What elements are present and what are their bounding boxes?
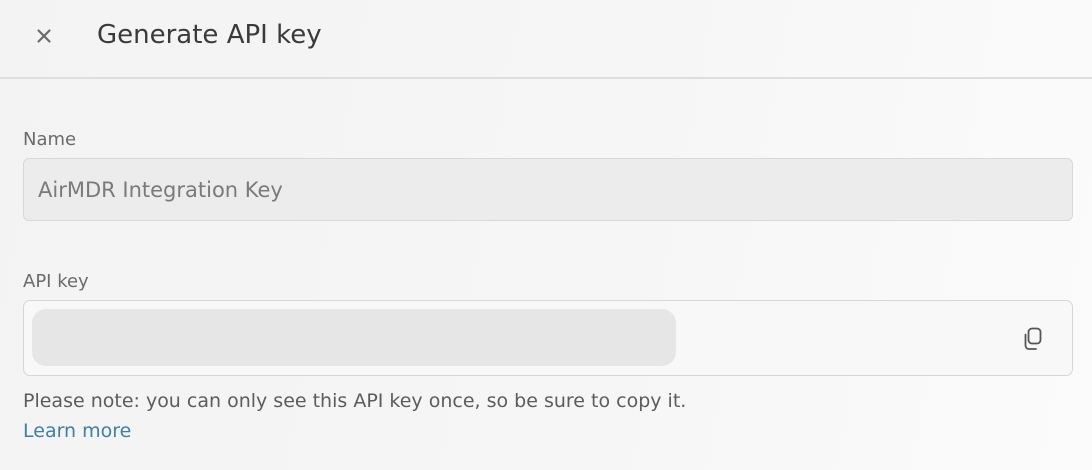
copy-icon	[1019, 325, 1047, 353]
generate-api-key-dialog: Generate API key Name API key Please not…	[0, 0, 1092, 470]
name-input[interactable]	[24, 159, 1072, 220]
dialog-header: Generate API key	[0, 0, 1092, 79]
api-key-label: API key	[23, 271, 89, 292]
api-key-masked-value	[32, 309, 676, 366]
name-field[interactable]	[23, 158, 1073, 221]
close-button[interactable]	[28, 20, 60, 52]
close-icon	[28, 20, 60, 52]
api-key-note: Please note: you can only see this API k…	[23, 390, 687, 412]
copy-api-key-button[interactable]	[1019, 325, 1047, 353]
name-label: Name	[23, 129, 77, 150]
learn-more-link[interactable]: Learn more	[23, 418, 131, 444]
dialog-title: Generate API key	[97, 20, 322, 50]
api-key-field[interactable]	[23, 300, 1073, 376]
